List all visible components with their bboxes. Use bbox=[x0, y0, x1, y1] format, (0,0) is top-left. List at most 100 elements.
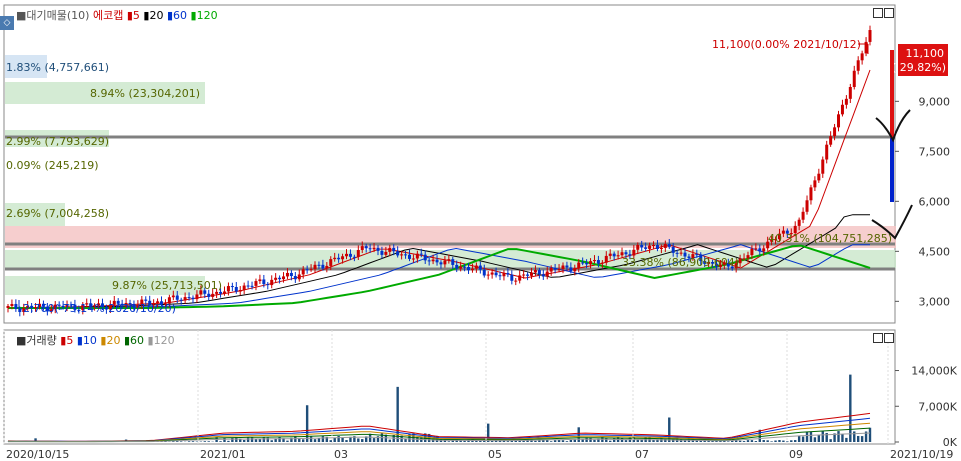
stock-chart[interactable]: 9,000 7,500 6,000 4,500 3,000 14,000K 7,000K 0… bbox=[0, 0, 961, 461]
candle-body bbox=[801, 211, 805, 220]
volume-legend-ma-20: ▮20 bbox=[100, 334, 121, 347]
overhang-label: 9.87% (25,713,501) bbox=[112, 279, 222, 292]
candle-body bbox=[230, 286, 234, 288]
candle-body bbox=[498, 275, 502, 277]
volume-bar bbox=[246, 437, 250, 442]
volume-bar bbox=[329, 440, 332, 442]
volume-bar bbox=[593, 439, 596, 442]
candle-body bbox=[695, 254, 699, 256]
candle-body bbox=[427, 260, 431, 262]
candle-body bbox=[270, 279, 274, 286]
volume-bar bbox=[612, 438, 616, 442]
price-tick-label: 7,500 bbox=[919, 145, 951, 158]
candle-body bbox=[289, 272, 293, 277]
candle-body bbox=[529, 272, 533, 276]
legend-ma-5: ▮5 bbox=[126, 9, 140, 22]
candle-body bbox=[179, 299, 183, 301]
price-tick-label: 9,000 bbox=[919, 95, 951, 108]
candle-body bbox=[648, 245, 652, 249]
rise-bar-blue bbox=[890, 138, 894, 202]
volume-legend: ■거래량 ▮5 ▮10 ▮20 ▮60 ▮120 bbox=[16, 332, 175, 348]
candle-body bbox=[321, 264, 325, 269]
volume-panel-maximize-icon[interactable] bbox=[884, 333, 894, 343]
price-y-axis: 9,000 7,500 6,000 4,500 3,000 bbox=[895, 95, 950, 308]
candle-body bbox=[250, 285, 254, 287]
volume-tick-label: 14,000K bbox=[911, 365, 957, 378]
volume-bar bbox=[191, 441, 195, 442]
candle-body bbox=[337, 257, 341, 260]
volume-bar bbox=[262, 437, 266, 442]
candle-body bbox=[6, 306, 10, 308]
volume-bar bbox=[490, 440, 494, 442]
volume-legend-label: ■거래량 bbox=[16, 334, 57, 347]
x-tick-label: 2021/01 bbox=[200, 448, 246, 461]
volume-bar bbox=[762, 440, 765, 442]
candle-body bbox=[254, 281, 258, 286]
volume-bar bbox=[561, 440, 565, 442]
candle-body bbox=[533, 270, 537, 273]
candle-body bbox=[821, 159, 825, 174]
volume-bar bbox=[270, 440, 273, 442]
candle-body bbox=[266, 284, 270, 286]
candle-body bbox=[829, 136, 833, 145]
x-tick-label: 09 bbox=[789, 448, 803, 461]
candle-body bbox=[297, 274, 301, 280]
candle-body bbox=[443, 260, 447, 265]
volume-legend-ma-10: ▮10 bbox=[76, 334, 97, 347]
candle-body bbox=[317, 264, 321, 266]
candle-body bbox=[636, 244, 640, 250]
candle-body bbox=[407, 254, 411, 259]
volume-bar bbox=[223, 438, 226, 442]
volume-bar bbox=[573, 439, 576, 442]
chart-settings-icon[interactable]: ◇ bbox=[0, 16, 14, 30]
overhang-label: 0.09% (245,219) bbox=[6, 159, 99, 172]
volume-bar bbox=[750, 440, 754, 442]
candle-body bbox=[592, 260, 596, 262]
candle-body bbox=[644, 247, 648, 249]
volume-bar bbox=[219, 441, 222, 442]
volume-bar bbox=[738, 440, 742, 442]
candle-body bbox=[474, 265, 478, 269]
candle-body bbox=[746, 255, 750, 259]
volume-bar bbox=[231, 437, 234, 442]
candle-body bbox=[226, 286, 230, 292]
candle-body bbox=[561, 265, 565, 270]
volume-bar bbox=[605, 437, 608, 442]
volume-bar bbox=[317, 438, 321, 442]
volume-bar bbox=[652, 440, 655, 442]
volume-legend-ma-60: ▮60 bbox=[123, 334, 145, 347]
candle-body bbox=[667, 243, 671, 247]
candle-body bbox=[581, 262, 585, 264]
x-tick-label: 05 bbox=[488, 448, 502, 461]
candle-body bbox=[805, 200, 809, 212]
candle-body bbox=[797, 219, 801, 226]
volume-bar bbox=[797, 435, 801, 442]
candle-body bbox=[435, 259, 439, 263]
candle-body bbox=[372, 247, 376, 250]
candle-body bbox=[840, 104, 844, 115]
price-panel-minimize-icon[interactable] bbox=[873, 8, 883, 18]
candle-body bbox=[671, 246, 675, 253]
candle-body bbox=[258, 279, 262, 282]
candle-body bbox=[333, 257, 337, 260]
candle-body bbox=[604, 255, 608, 263]
candle-body bbox=[553, 268, 557, 270]
volume-bar bbox=[179, 441, 183, 442]
candle-body bbox=[183, 297, 187, 301]
volume-bar bbox=[565, 441, 569, 442]
volume-bar bbox=[766, 440, 769, 442]
candle-body bbox=[384, 251, 388, 255]
candle-body bbox=[490, 272, 494, 275]
volume-bar bbox=[853, 431, 856, 442]
candle-body bbox=[242, 285, 246, 290]
candle-body bbox=[589, 261, 593, 265]
volume-bar bbox=[569, 439, 573, 442]
candle-body bbox=[577, 262, 581, 269]
candle-body bbox=[447, 259, 451, 261]
volume-panel-minimize-icon[interactable] bbox=[873, 333, 883, 343]
price-panel-maximize-icon[interactable] bbox=[884, 8, 894, 18]
candle-body bbox=[742, 258, 746, 260]
candle-body bbox=[844, 98, 848, 105]
candle-body bbox=[301, 269, 305, 275]
candle-body bbox=[396, 251, 400, 256]
